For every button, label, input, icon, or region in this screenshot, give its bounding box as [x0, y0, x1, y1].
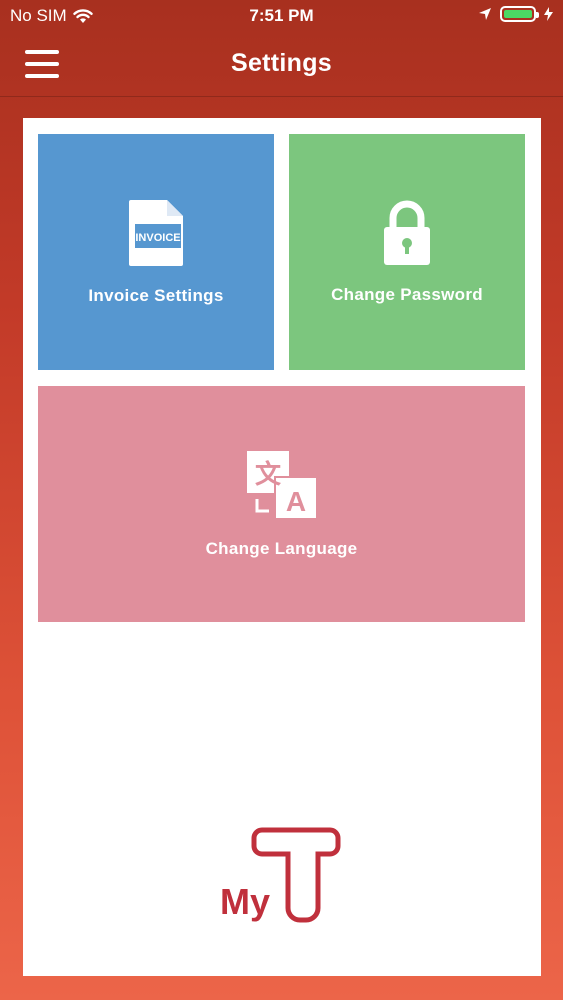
settings-panel: INVOICE Invoice Settings Change Password…: [23, 118, 541, 976]
translate-icon: 文 A: [246, 451, 318, 520]
invoice-settings-label: Invoice Settings: [88, 286, 224, 305]
lock-icon: [384, 200, 430, 265]
change-language-label: Change Language: [205, 539, 358, 558]
navigation-bar: Settings: [0, 32, 563, 97]
location-arrow-icon: [479, 8, 491, 20]
charging-bolt-icon: [544, 7, 553, 21]
page-title: Settings: [230, 49, 333, 77]
invoice-icon-text: INVOICE: [135, 232, 180, 244]
invoice-icon: INVOICE: [129, 200, 183, 266]
myt-logo: My: [220, 827, 341, 923]
change-password-label: Change Password: [331, 285, 483, 304]
logo-text: My: [220, 881, 270, 922]
svg-text:文: 文: [254, 459, 281, 490]
invoice-settings-tile[interactable]: INVOICE Invoice Settings: [38, 134, 274, 370]
status-right-group: [478, 6, 553, 22]
status-bar: No SIM 7:51 PM: [0, 0, 563, 32]
change-password-tile[interactable]: Change Password: [289, 134, 525, 370]
battery-icon: [500, 6, 539, 22]
change-language-tile[interactable]: 文 A Change Language: [38, 386, 525, 622]
svg-text:A: A: [285, 486, 305, 517]
